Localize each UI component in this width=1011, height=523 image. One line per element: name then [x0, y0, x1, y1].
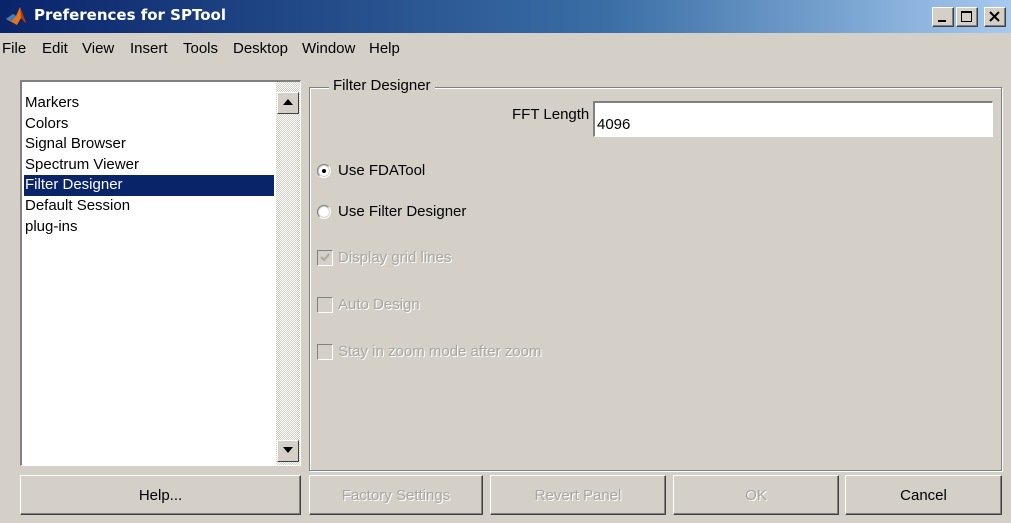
radio-indicator	[317, 164, 331, 178]
factory-settings-button[interactable]: Factory Settings	[309, 475, 483, 515]
scroll-up-button[interactable]	[277, 92, 299, 114]
help-button[interactable]: Help...	[20, 475, 301, 515]
checkbox-icon	[317, 344, 333, 360]
ok-button[interactable]: OK	[673, 475, 839, 515]
list-item-filter-designer[interactable]: Filter Designer	[24, 175, 274, 196]
list-item-plug-ins[interactable]: plug-ins	[24, 217, 274, 238]
arrow-down-icon	[283, 447, 293, 453]
category-list[interactable]: Markers Colors Signal Browser Spectrum V…	[20, 80, 301, 466]
list-scrollbar[interactable]	[276, 82, 300, 465]
checkbox-display-grid-lines-label: Display grid lines	[338, 249, 452, 266]
fft-length-input[interactable]	[593, 101, 993, 137]
maximize-button[interactable]	[956, 7, 978, 27]
fft-length-label: FFT Length	[512, 106, 590, 123]
list-item-markers[interactable]: Markers	[24, 93, 274, 114]
cancel-button[interactable]: Cancel	[845, 475, 1002, 515]
checkbox-auto-design-label: Auto Design	[338, 296, 420, 313]
menu-file[interactable]: File	[2, 40, 26, 57]
scroll-down-button[interactable]	[277, 440, 299, 462]
checkbox-stay-zoom-label: Stay in zoom mode after zoom	[338, 343, 542, 360]
minimize-button[interactable]	[932, 7, 954, 27]
radio-indicator	[317, 205, 331, 219]
menu-edit[interactable]: Edit	[42, 40, 68, 57]
arrow-up-icon	[283, 99, 293, 105]
filter-designer-panel	[309, 87, 1002, 471]
list-item-colors[interactable]: Colors	[24, 114, 274, 135]
matlab-icon	[6, 7, 26, 25]
revert-panel-button[interactable]: Revert Panel	[490, 475, 666, 515]
menu-window[interactable]: Window	[302, 40, 355, 57]
menu-view[interactable]: View	[82, 40, 114, 57]
window-title: Preferences for SPTool	[34, 6, 226, 24]
close-button[interactable]	[984, 7, 1006, 27]
menu-tools[interactable]: Tools	[183, 40, 218, 57]
checkbox-icon	[317, 297, 333, 313]
list-item-default-session[interactable]: Default Session	[24, 196, 274, 217]
radio-use-fdatool-label: Use FDATool	[338, 162, 426, 179]
title-bar[interactable]: Preferences for SPTool	[0, 0, 1011, 33]
menu-help[interactable]: Help	[369, 40, 400, 57]
list-item-signal-browser[interactable]: Signal Browser	[24, 134, 274, 155]
menu-bar: File Edit View Insert Tools Desktop Wind…	[0, 36, 1011, 62]
minimize-icon	[938, 20, 946, 22]
list-item-spectrum-viewer[interactable]: Spectrum Viewer	[24, 155, 274, 176]
menu-insert[interactable]: Insert	[130, 40, 168, 57]
panel-title: Filter Designer	[329, 77, 435, 94]
close-icon	[989, 11, 1000, 22]
radio-use-filter-designer-label: Use Filter Designer	[338, 203, 467, 220]
menu-desktop[interactable]: Desktop	[233, 40, 288, 57]
maximize-icon	[961, 11, 972, 22]
checkbox-checked-icon	[317, 250, 333, 266]
